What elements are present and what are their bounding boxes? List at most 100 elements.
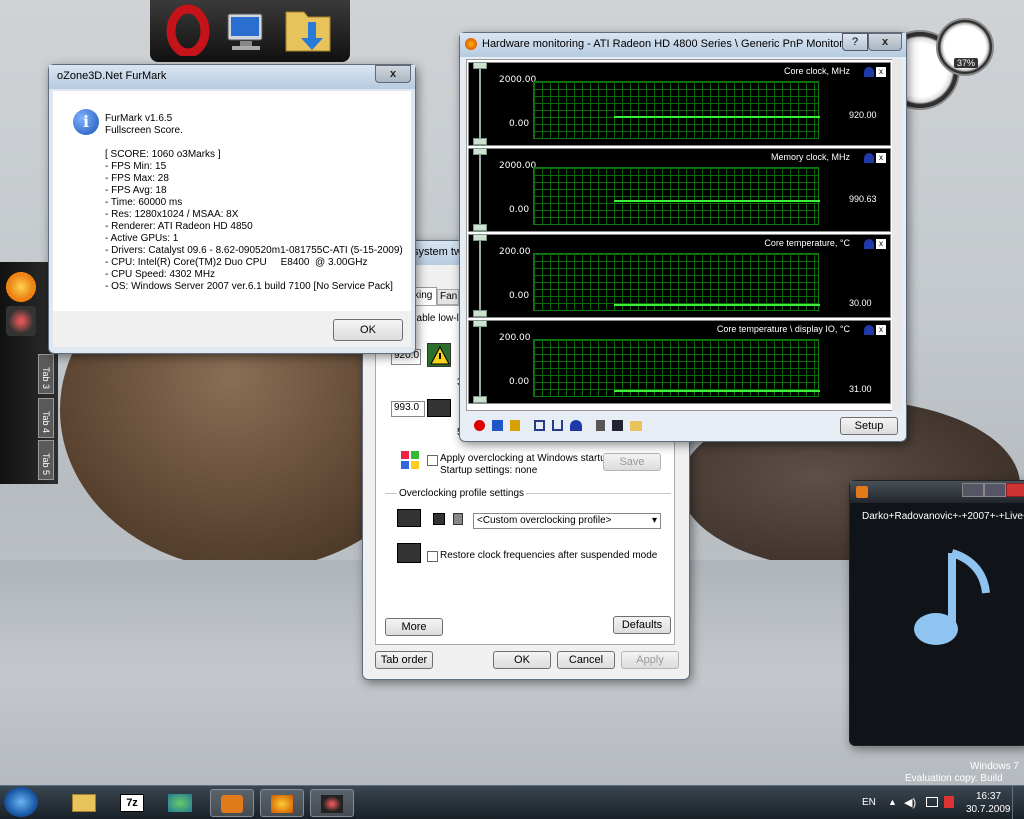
scrollbar[interactable] <box>892 59 902 411</box>
memory-clock-field[interactable]: 993.0 <box>391 401 425 417</box>
graph-ymax: 2000.00 <box>499 161 537 171</box>
graph-height-slider[interactable] <box>471 148 489 232</box>
slider-handle-bottom[interactable] <box>473 310 487 317</box>
graph-title: Core temperature \ display IO, °C <box>716 324 850 334</box>
graph-toggle-icons: x <box>864 325 886 335</box>
copy-icon[interactable] <box>534 420 545 431</box>
graph-ymax: 2000.00 <box>499 75 537 85</box>
slider-handle-top[interactable] <box>473 62 487 69</box>
graph-close-icon[interactable]: x <box>876 153 886 163</box>
network-icon[interactable] <box>926 797 938 807</box>
maximize-button[interactable] <box>984 483 1006 497</box>
help-button[interactable]: ? <box>842 33 868 51</box>
record-icon[interactable] <box>474 420 485 431</box>
score-line: - Drivers: Catalyst 09.6 - 8.62-090520m1… <box>105 245 403 256</box>
restore-clock-label: Restore clock frequencies after suspende… <box>440 550 658 561</box>
graph-value: 31.00 <box>849 384 872 394</box>
slider-handle-bottom[interactable] <box>473 224 487 231</box>
defaults-button[interactable]: Defaults <box>613 616 671 634</box>
profile-select[interactable]: <Custom overclocking profile> ▾ <box>473 513 661 529</box>
volume-icon[interactable]: ◀) <box>904 796 916 809</box>
action-center-icon[interactable] <box>944 796 954 808</box>
tab-3[interactable]: Tab 3 <box>38 354 54 394</box>
toolbar <box>472 417 772 435</box>
taskbar-ccc[interactable] <box>260 789 304 817</box>
slider-handle-top[interactable] <box>473 234 487 241</box>
watermark-line1: Windows 7 <box>970 761 1019 772</box>
graph-color-icon[interactable] <box>864 153 874 163</box>
start-button[interactable] <box>4 787 38 817</box>
score-line: - FPS Min: 15 <box>105 161 167 172</box>
tab-fan[interactable]: Fan <box>437 289 459 305</box>
minimize-button[interactable] <box>962 483 984 497</box>
close-button[interactable]: x <box>375 65 411 83</box>
graph-height-slider[interactable] <box>471 234 489 318</box>
media-player-icon <box>221 795 243 813</box>
score-line: - OS: Windows Server 2007 ver.6.1 build … <box>105 281 393 292</box>
slider-handle-bottom[interactable] <box>473 138 487 145</box>
slider-track <box>479 152 481 228</box>
clock-time[interactable]: 16:37 <box>976 791 1001 802</box>
score-line: [ SCORE: 1060 o3Marks ] <box>105 149 221 160</box>
taskbar-messenger[interactable] <box>158 789 202 817</box>
clock-date[interactable]: 30.7.2009 <box>966 804 1011 815</box>
save-icon[interactable] <box>612 420 623 431</box>
tab-order-button[interactable]: Tab order <box>375 651 433 669</box>
taskbar-media-player[interactable] <box>210 789 254 817</box>
player-track-title: Darko+Radovanovic+-+2007+-+Live+ <box>862 511 1024 522</box>
downloads-folder-icon[interactable] <box>282 4 334 56</box>
graph-color-icon[interactable] <box>864 67 874 77</box>
graph-height-slider[interactable] <box>471 320 489 404</box>
collapse-icon[interactable] <box>552 420 563 431</box>
folder-icon[interactable] <box>630 421 642 431</box>
language-indicator[interactable]: EN <box>862 797 876 808</box>
gauge-icon[interactable] <box>570 420 582 431</box>
graph-color-icon[interactable] <box>864 239 874 249</box>
warning-chip-icon <box>427 343 451 367</box>
opera-icon[interactable] <box>162 4 214 58</box>
pause-icon[interactable] <box>492 420 503 431</box>
save-profile-icon[interactable] <box>433 513 445 525</box>
cancel-button[interactable]: Cancel <box>557 651 615 669</box>
marker-icon[interactable] <box>510 420 520 431</box>
apply-button[interactable]: Apply <box>621 651 679 669</box>
taskbar-furmark[interactable] <box>310 789 354 817</box>
graph-title: Memory clock, MHz <box>770 152 850 162</box>
score-line: - CPU: Intel(R) Core(TM)2 Duo CPU E8400 … <box>105 257 368 268</box>
close-button[interactable]: x <box>868 33 902 51</box>
graph-close-icon[interactable]: x <box>876 239 886 249</box>
more-button[interactable]: More <box>385 618 443 636</box>
computer-icon[interactable] <box>220 4 272 56</box>
graph-height-slider[interactable] <box>471 62 489 146</box>
taskbar-7zip[interactable]: 7z <box>110 789 154 817</box>
graph-panel: Core temperature, °C 200.00 0.00 30.00 x <box>468 234 891 318</box>
ok-button[interactable]: OK <box>493 651 551 669</box>
tab-4[interactable]: Tab 4 <box>38 398 54 438</box>
taskbar-explorer[interactable] <box>62 789 106 817</box>
graph-color-icon[interactable] <box>864 325 874 335</box>
score-line: FurMark v1.6.5 <box>105 113 173 124</box>
ok-button[interactable]: OK <box>333 319 403 341</box>
settings-gear-icon[interactable] <box>6 272 36 302</box>
close-icon: x <box>389 68 397 80</box>
lock-icon[interactable] <box>596 420 605 431</box>
apply-startup-checkbox[interactable] <box>427 455 438 466</box>
graph-close-icon[interactable]: x <box>876 325 886 335</box>
slider-handle-top[interactable] <box>473 320 487 327</box>
delete-profile-icon[interactable] <box>453 513 463 525</box>
tab-5[interactable]: Tab 5 <box>38 440 54 480</box>
setup-button[interactable]: Setup <box>840 417 898 435</box>
help-icon: ? <box>851 36 859 48</box>
restore-clock-checkbox[interactable] <box>427 551 438 562</box>
users-icon <box>168 794 192 812</box>
show-desktop-button[interactable] <box>1012 786 1024 819</box>
slider-handle-top[interactable] <box>473 148 487 155</box>
furmark-fur-icon[interactable] <box>6 306 36 336</box>
graph-panel: Core temperature \ display IO, °C 200.00 0… <box>468 320 891 404</box>
graph-close-icon[interactable]: x <box>876 67 886 77</box>
save-button[interactable]: Save <box>603 453 661 471</box>
hwmon-title: Hardware monitoring - ATI Radeon HD 4800… <box>482 38 843 50</box>
slider-handle-bottom[interactable] <box>473 396 487 403</box>
close-button[interactable] <box>1006 483 1024 497</box>
tray-arrow-icon[interactable]: ▲ <box>888 797 897 807</box>
